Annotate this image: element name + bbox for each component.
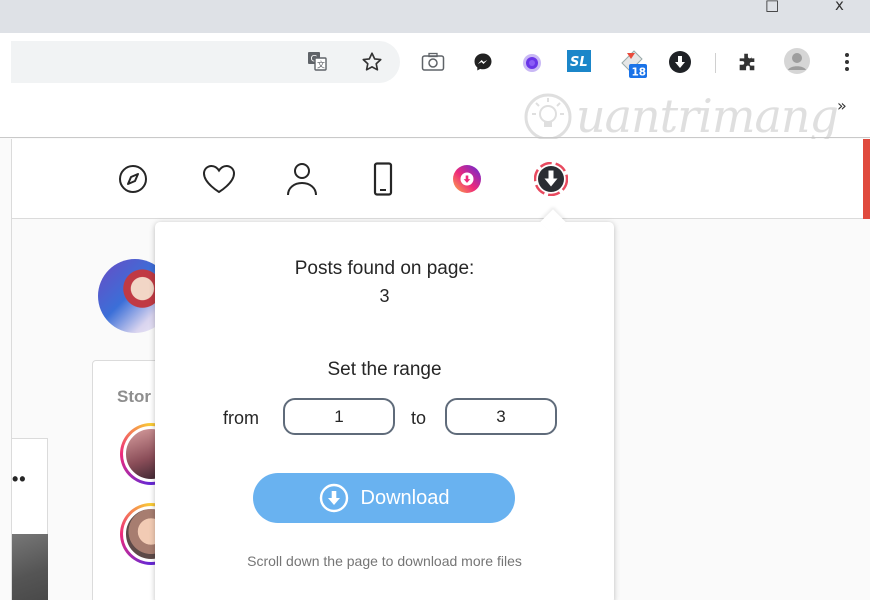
range-to-input[interactable] (445, 398, 557, 435)
badge-count: 18 (632, 67, 647, 79)
scroll-hint: Scroll down the page to download more fi… (247, 553, 522, 569)
instagram-downloader-icon[interactable] (449, 161, 485, 197)
download-button[interactable]: Download (253, 473, 515, 523)
camera-icon[interactable] (420, 51, 446, 73)
bookmarks-bar: uantrimang » (0, 90, 870, 141)
svg-text:文: 文 (317, 60, 325, 70)
downloader-extension-icon[interactable] (533, 161, 569, 197)
extension-sl-icon[interactable]: SL (566, 49, 592, 73)
range-label: Set the range (327, 359, 442, 380)
bookmarks-overflow-button[interactable]: » (837, 96, 847, 115)
activity-heart-icon[interactable] (201, 161, 237, 197)
window-titlebar: □ x (0, 0, 870, 33)
downloader-popup: Posts found on page: 3 Set the range fro… (155, 209, 614, 600)
posts-found-label: Posts found on page: (294, 258, 475, 279)
stories-title: Stor (117, 387, 151, 406)
extension-badge-icon[interactable]: 18 (619, 47, 649, 79)
messenger-icon[interactable] (472, 51, 494, 73)
translate-icon[interactable]: G文 (306, 50, 328, 72)
watermark-logo: uantrimang (522, 89, 839, 143)
profile-person-icon[interactable] (284, 161, 320, 197)
bookmark-star-icon[interactable] (360, 50, 384, 74)
sl-logo-text: SL (570, 55, 588, 70)
feed-post-card: • • (11, 438, 48, 600)
profile-avatar-icon[interactable] (783, 47, 811, 75)
explore-compass-icon[interactable] (115, 161, 151, 197)
extensions-puzzle-icon[interactable] (735, 50, 759, 74)
right-edge-strip (863, 139, 870, 219)
range-from-input[interactable] (283, 398, 395, 435)
downloader-icon[interactable] (667, 49, 693, 75)
browser-toolbar: G文 SL 18 (0, 33, 870, 90)
download-circle-icon (319, 483, 349, 513)
from-label: from (223, 408, 259, 428)
watermark-bulb-icon (524, 93, 572, 141)
download-button-label: Download (360, 486, 450, 509)
minimize-button[interactable]: □ (765, 0, 779, 14)
watermark-text: uantrimang (576, 89, 839, 143)
posts-found-count: 3 (379, 286, 390, 306)
feed-post-image[interactable] (12, 534, 48, 600)
post-options-icon[interactable]: • • (12, 469, 26, 490)
extension-purple-icon[interactable] (520, 51, 544, 75)
address-bar[interactable] (11, 41, 400, 83)
instagram-top-nav (12, 139, 863, 219)
menu-kebab-icon[interactable] (840, 50, 854, 74)
to-label: to (411, 408, 427, 428)
toolbar-divider (715, 53, 716, 73)
mobile-phone-icon[interactable] (365, 161, 401, 197)
close-window-button[interactable]: x (835, 0, 844, 14)
